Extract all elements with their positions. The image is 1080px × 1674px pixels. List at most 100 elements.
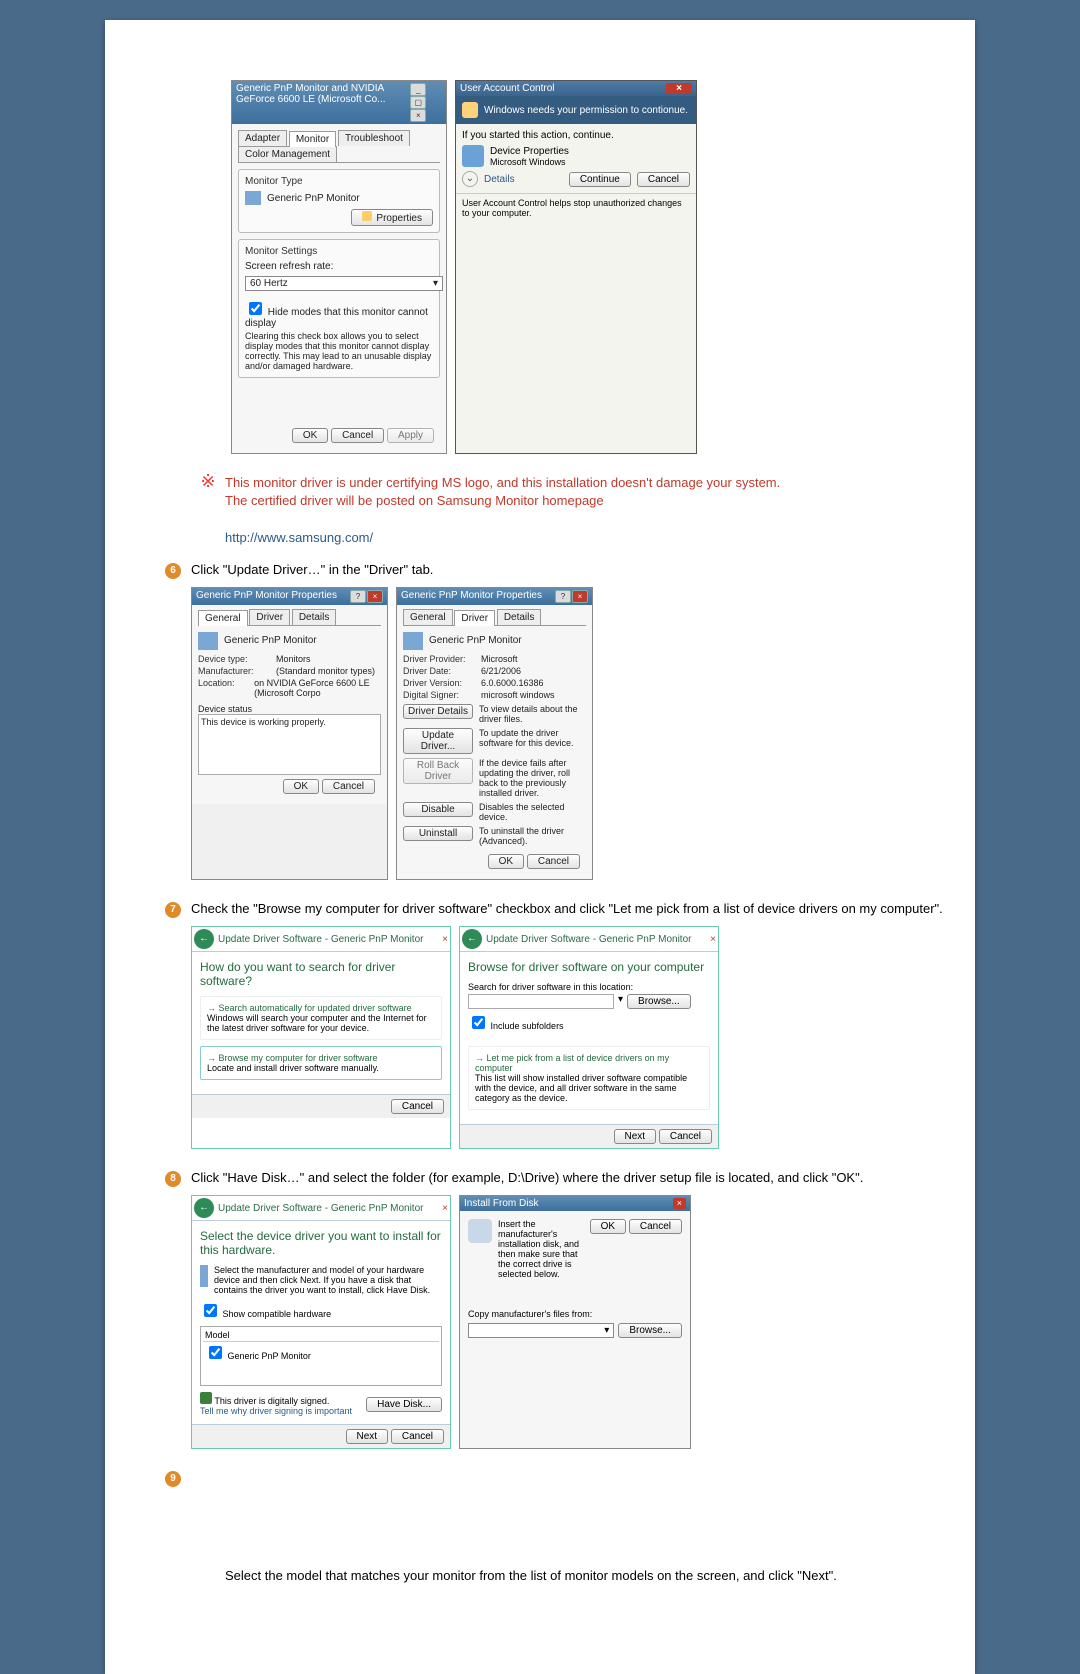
chevron-down-icon: ▾: [604, 1325, 609, 1336]
apply-button[interactable]: Apply: [387, 428, 434, 443]
back-icon[interactable]: ←: [194, 1198, 214, 1218]
monitor-props-driver: Generic PnP Monitor Properties ?× Genera…: [396, 587, 593, 880]
cancel-button[interactable]: Cancel: [637, 172, 690, 187]
maximize-icon[interactable]: ▢: [410, 96, 426, 109]
step8-instruction: 8 Click "Have Disk…" and select the fold…: [165, 1169, 955, 1187]
chevron-down-icon[interactable]: ▾: [618, 994, 623, 1009]
help-icon[interactable]: ?: [555, 590, 571, 603]
properties-label: Properties: [376, 213, 422, 224]
location-value: on NVIDIA GeForce 6600 LE (Microsoft Cor…: [254, 678, 381, 698]
browse-button[interactable]: Browse...: [627, 994, 691, 1009]
cancel-button[interactable]: Cancel: [322, 779, 375, 794]
step6-instruction: 6 Click "Update Driver…" in the "Driver"…: [165, 561, 955, 579]
tab-monitor[interactable]: Monitor: [289, 131, 336, 147]
close-icon[interactable]: ×: [367, 590, 383, 603]
ok-button[interactable]: OK: [292, 428, 328, 443]
include-sub-label: Include subfolders: [491, 1021, 564, 1031]
path-combo[interactable]: ▾: [468, 1323, 614, 1338]
uninstall-button[interactable]: Uninstall: [403, 826, 473, 841]
provider-label: Driver Provider:: [403, 654, 473, 664]
location-label: Location:: [198, 678, 246, 698]
tabs: Adapter Monitor Troubleshoot Color Manag…: [238, 130, 440, 163]
ok-button[interactable]: OK: [488, 854, 524, 869]
uac-helps-stop: User Account Control helps stop unauthor…: [456, 193, 696, 222]
chevron-down-icon[interactable]: ⌄: [462, 171, 478, 187]
tab-general[interactable]: General: [198, 610, 248, 626]
close-icon[interactable]: ×: [442, 934, 448, 945]
continue-button[interactable]: Continue: [569, 172, 631, 187]
include-sub-checkbox[interactable]: [472, 1016, 485, 1029]
browse-button[interactable]: Browse...: [618, 1323, 682, 1338]
close-icon[interactable]: ×: [572, 590, 588, 603]
option-search-auto[interactable]: → Search automatically for updated drive…: [200, 996, 442, 1040]
tab-driver[interactable]: Driver: [249, 609, 290, 625]
tab-general[interactable]: General: [403, 609, 453, 625]
update-driver-button[interactable]: Update Driver...: [403, 728, 473, 754]
monitor-props-general: Generic PnP Monitor Properties ?× Genera…: [191, 587, 388, 880]
cancel-button[interactable]: Cancel: [659, 1129, 712, 1144]
model-item-checkbox[interactable]: [209, 1346, 222, 1359]
hide-modes-label: Hide modes that this monitor cannot disp…: [245, 307, 428, 329]
opt-heading: Let me pick from a list of device driver…: [475, 1053, 669, 1073]
uac-details[interactable]: Details: [484, 174, 563, 185]
tab-driver[interactable]: Driver: [454, 610, 495, 626]
next-button[interactable]: Next: [614, 1129, 657, 1144]
device-type-label: Device type:: [198, 654, 268, 664]
properties-button[interactable]: Properties: [351, 209, 433, 226]
minimize-icon[interactable]: _: [410, 83, 426, 96]
path-input[interactable]: [468, 994, 614, 1009]
show-compat-label: Show compatible hardware: [223, 1309, 332, 1319]
cancel-button[interactable]: Cancel: [391, 1099, 444, 1114]
close-icon[interactable]: ×: [666, 83, 692, 94]
uac-device-properties: Device Properties: [490, 146, 569, 157]
help-icon[interactable]: ?: [350, 590, 366, 603]
cancel-button[interactable]: Cancel: [629, 1219, 682, 1234]
search-label: Search for driver software in this locat…: [468, 982, 710, 992]
show-compat-checkbox[interactable]: [204, 1304, 217, 1317]
tab-color-management[interactable]: Color Management: [238, 146, 337, 162]
tab-troubleshoot[interactable]: Troubleshoot: [338, 130, 410, 146]
close-icon[interactable]: ×: [673, 1198, 686, 1209]
refresh-rate-label: Screen refresh rate:: [245, 261, 433, 272]
back-icon[interactable]: ←: [462, 929, 482, 949]
driver-details-button[interactable]: Driver Details: [403, 704, 473, 719]
wizard-title: Update Driver Software - Generic PnP Mon…: [218, 1203, 423, 1214]
have-disk-button[interactable]: Have Disk...: [366, 1397, 442, 1412]
step9-instruction: Select the model that matches your monit…: [165, 1567, 955, 1585]
wizard-title: Update Driver Software - Generic PnP Mon…: [486, 934, 691, 945]
close-icon[interactable]: ×: [442, 1203, 448, 1214]
model-column-header: Model: [203, 1329, 439, 1342]
note-line1: This monitor driver is under certifying …: [225, 475, 780, 490]
tab-adapter[interactable]: Adapter: [238, 130, 287, 146]
cancel-button[interactable]: Cancel: [331, 428, 384, 443]
close-icon[interactable]: ×: [410, 109, 426, 122]
next-button[interactable]: Next: [346, 1429, 389, 1444]
uac-dialog: User Account Control × Windows needs you…: [455, 80, 697, 454]
uninstall-desc: To uninstall the driver (Advanced).: [479, 826, 586, 846]
monitor-type-value: Generic PnP Monitor: [267, 193, 360, 204]
hide-modes-checkbox[interactable]: [249, 302, 262, 315]
samsung-link[interactable]: http://www.samsung.com/: [225, 530, 373, 545]
refresh-rate-select[interactable]: 60 Hertz ▾: [245, 276, 443, 291]
model-item[interactable]: Generic PnP Monitor: [228, 1351, 311, 1361]
ok-button[interactable]: OK: [283, 779, 319, 794]
step9-text: Select the model that matches your monit…: [225, 1568, 837, 1583]
option-browse[interactable]: → Browse my computer for driver software…: [200, 1046, 442, 1080]
tab-details[interactable]: Details: [497, 609, 542, 625]
tab-details[interactable]: Details: [292, 609, 337, 625]
back-icon[interactable]: ←: [194, 929, 214, 949]
disable-button[interactable]: Disable: [403, 802, 473, 817]
note-icon: ※: [195, 474, 221, 488]
uac-ms-windows: Microsoft Windows: [490, 157, 569, 167]
close-icon[interactable]: ×: [710, 934, 716, 945]
tell-why-link[interactable]: Tell me why driver signing is important: [200, 1406, 352, 1416]
opt1-heading: Search automatically for updated driver …: [219, 1003, 412, 1013]
cancel-button[interactable]: Cancel: [527, 854, 580, 869]
cancel-button[interactable]: Cancel: [391, 1429, 444, 1444]
rollback-button[interactable]: Roll Back Driver: [403, 758, 473, 784]
monitor-icon: [198, 632, 218, 650]
option-pick-list[interactable]: → Let me pick from a list of device driv…: [468, 1046, 710, 1110]
signer-value: microsoft windows: [481, 690, 555, 700]
ok-button[interactable]: OK: [590, 1219, 626, 1234]
opt2-heading: Browse my computer for driver software: [219, 1053, 378, 1063]
